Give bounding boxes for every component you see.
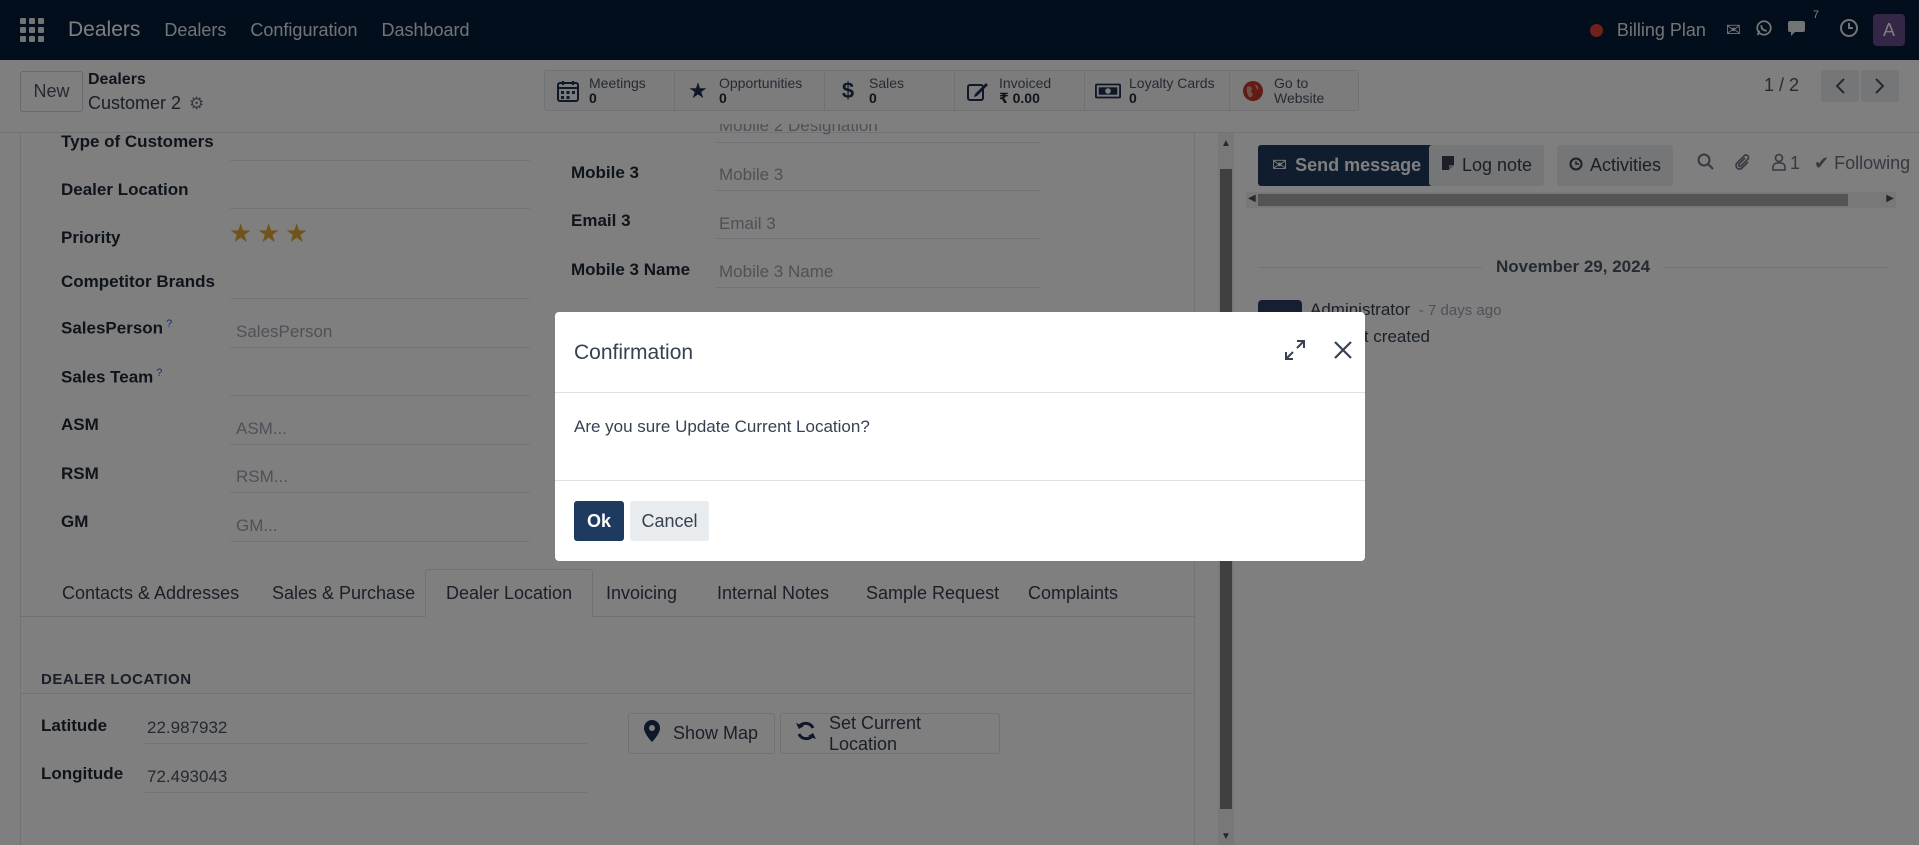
expand-icon[interactable]	[1284, 339, 1306, 367]
confirmation-dialog: Confirmation Are you sure Update Current…	[555, 312, 1365, 561]
dialog-title: Confirmation	[574, 341, 694, 364]
ok-button[interactable]: Ok	[574, 501, 624, 541]
dialog-header: Confirmation	[555, 312, 1365, 393]
dialog-message: Are you sure Update Current Location?	[574, 417, 870, 436]
close-icon[interactable]	[1331, 338, 1355, 362]
cancel-button[interactable]: Cancel	[630, 501, 709, 541]
dialog-footer: Ok Cancel	[555, 480, 1365, 561]
